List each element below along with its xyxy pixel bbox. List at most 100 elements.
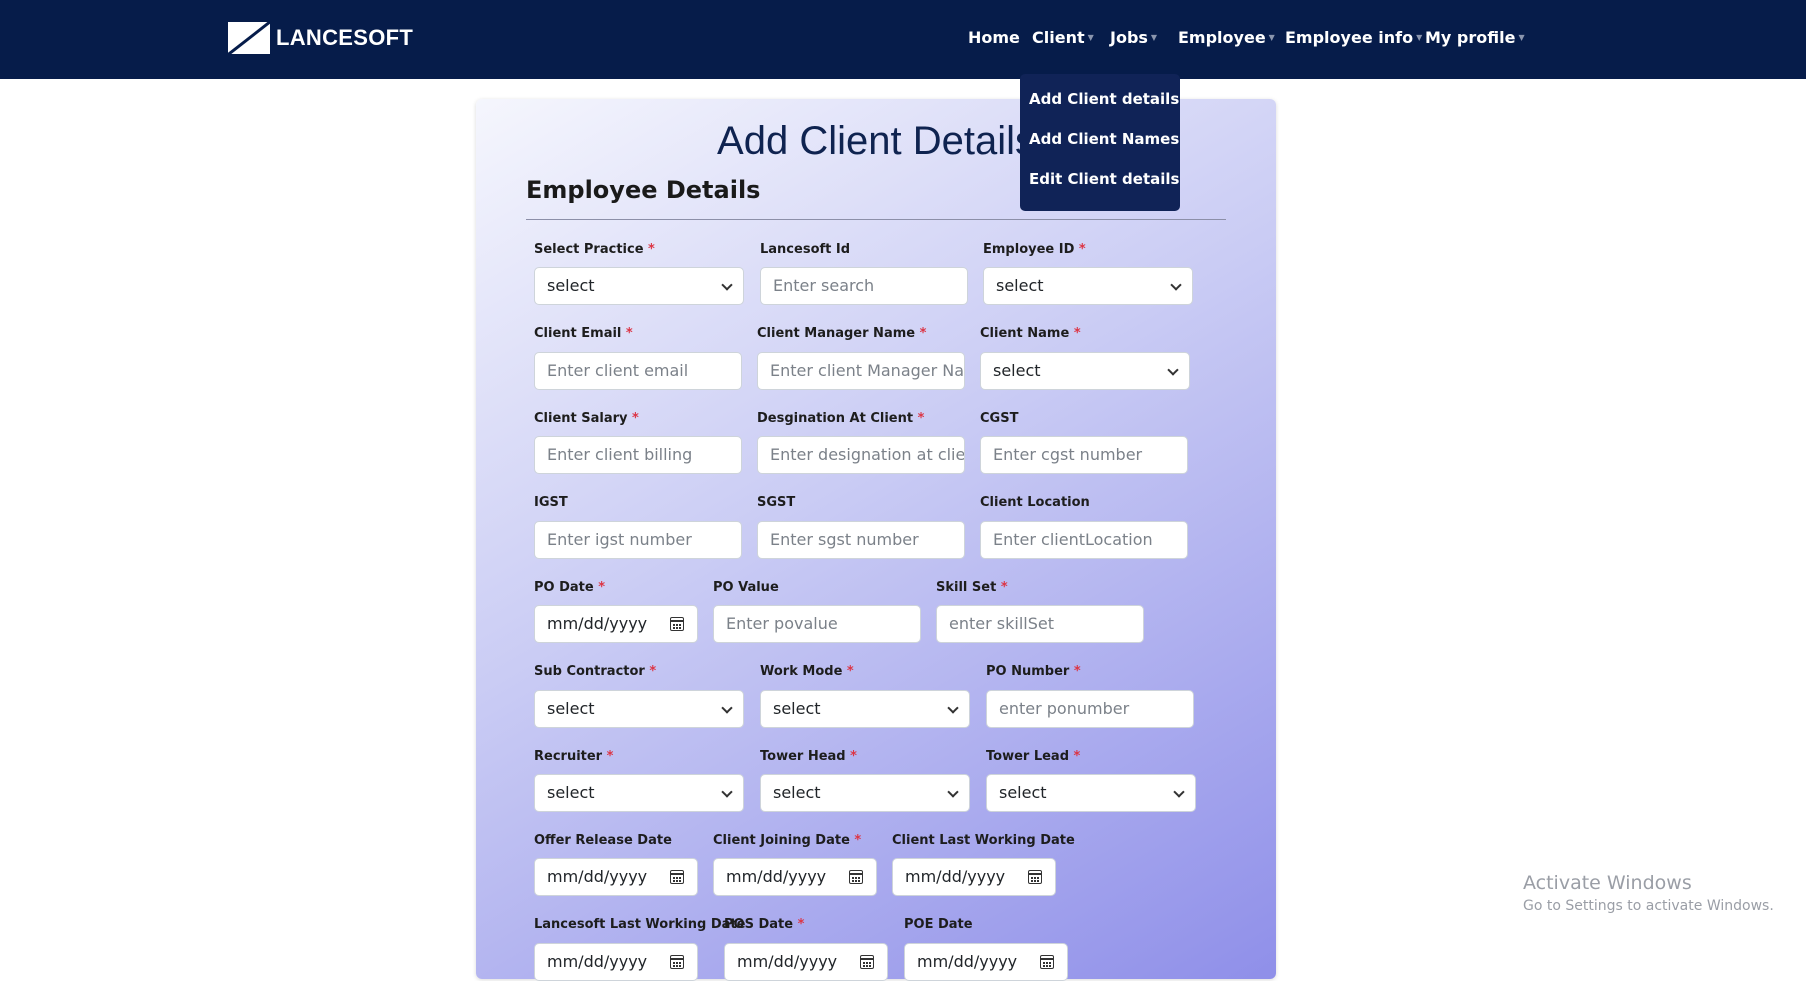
sub-contractor-dropdown[interactable]: select [534, 690, 744, 728]
activate-windows-watermark: Activate Windows Go to Settings to activ… [1523, 872, 1774, 914]
client-salary-label: Client Salary * [534, 411, 639, 426]
offer-release-date-input[interactable]: mm/dd/yyyy [534, 858, 698, 896]
chevron-down-icon [947, 702, 959, 714]
tower-lead-dropdown[interactable]: select [986, 774, 1196, 812]
skill-set-input[interactable]: enter skillSet [936, 605, 1144, 643]
brand[interactable]: LANCESOFT [228, 22, 413, 54]
section-divider [526, 219, 1226, 220]
poe-date-input[interactable]: mm/dd/yyyy [904, 943, 1068, 981]
required-mark: * [917, 411, 925, 426]
client-email-input[interactable]: Enter client email [534, 352, 742, 390]
chevron-down-icon: ▼ [1416, 33, 1423, 42]
label-text: PO Number [986, 664, 1070, 679]
client-name-dropdown[interactable]: select [980, 352, 1190, 390]
required-mark: * [797, 917, 805, 932]
nav-my-profile[interactable]: My profile ▼ [1425, 28, 1525, 47]
nav-employee-info[interactable]: Employee info ▼ [1285, 28, 1422, 47]
client-manager-name-input[interactable]: Enter client Manager Name [757, 352, 965, 390]
select-practice-dropdown[interactable]: select [534, 267, 744, 305]
select-value: select [773, 699, 821, 718]
label-text: Client Joining Date [713, 833, 850, 848]
chevron-down-icon [721, 702, 733, 714]
employee-id-dropdown[interactable]: select [983, 267, 1193, 305]
label-text: Client Email [534, 326, 622, 341]
required-mark: * [649, 664, 657, 679]
client-dropdown-menu: Add Client details Add Client Names Edit… [1020, 74, 1180, 211]
po-date-label: PO Date * [534, 580, 605, 595]
calendar-icon[interactable] [849, 870, 863, 884]
nav-client[interactable]: Client ▼ [1032, 28, 1094, 47]
label-text: Select Practice [534, 242, 644, 257]
chevron-down-icon [1167, 364, 1179, 376]
recruiter-dropdown[interactable]: select [534, 774, 744, 812]
nav-employee[interactable]: Employee ▼ [1178, 28, 1275, 47]
required-mark: * [632, 411, 639, 426]
nav-employee-info-label: Employee info [1285, 28, 1414, 47]
calendar-icon[interactable] [670, 955, 684, 969]
client-salary-input[interactable]: Enter client billing [534, 436, 742, 474]
chevron-down-icon [1173, 786, 1185, 798]
client-last-working-date-label: Client Last Working Date [892, 833, 1075, 848]
required-mark: * [1073, 326, 1081, 341]
client-last-working-date-input[interactable]: mm/dd/yyyy [892, 858, 1056, 896]
select-value: select [547, 276, 595, 295]
po-date-input[interactable]: mm/dd/yyyy [534, 605, 698, 643]
watermark-subtitle: Go to Settings to activate Windows. [1523, 898, 1774, 914]
date-value: mm/dd/yyyy [547, 867, 648, 886]
label-text: Tower Lead [986, 749, 1070, 764]
label-text: Client Name [980, 326, 1070, 341]
sgst-input[interactable]: Enter sgst number [757, 521, 965, 559]
client-location-label: Client Location [980, 495, 1090, 510]
nav-jobs[interactable]: Jobs ▼ [1110, 28, 1157, 47]
menu-item-add-client-names[interactable]: Add Client Names [1020, 130, 1180, 170]
client-location-input[interactable]: Enter clientLocation [980, 521, 1188, 559]
nav-employee-label: Employee [1178, 28, 1266, 47]
chevron-down-icon: ▼ [1150, 33, 1158, 42]
cgst-input[interactable]: Enter cgst number [980, 436, 1188, 474]
client-joining-date-input[interactable]: mm/dd/yyyy [713, 858, 877, 896]
date-value: mm/dd/yyyy [726, 867, 827, 886]
lancesoft-last-working-date-input[interactable]: mm/dd/yyyy [534, 943, 698, 981]
offer-release-date-label: Offer Release Date [534, 833, 672, 848]
client-joining-date-label: Client Joining Date * [713, 833, 861, 848]
calendar-icon[interactable] [670, 617, 684, 631]
tower-head-dropdown[interactable]: select [760, 774, 970, 812]
top-navbar: LANCESOFT Home Client ▼ Jobs ▼ Employee ▼ E… [0, 0, 1806, 79]
label-text: Client Salary [534, 411, 628, 426]
lancesoft-logo-icon [228, 22, 270, 54]
calendar-icon[interactable] [670, 870, 684, 884]
required-mark: * [1073, 664, 1081, 679]
designation-at-client-input[interactable]: Enter designation at client [757, 436, 965, 474]
label-text: PO Date [534, 580, 594, 595]
calendar-icon[interactable] [1040, 955, 1054, 969]
po-number-input[interactable]: enter ponumber [986, 690, 1194, 728]
calendar-icon[interactable] [1028, 870, 1042, 884]
brand-name: LANCESOFT [276, 25, 414, 50]
nav-home[interactable]: Home [968, 28, 1020, 47]
skill-set-label: Skill Set * [936, 580, 1008, 595]
date-value: mm/dd/yyyy [737, 952, 838, 971]
lancesoft-id-label: Lancesoft Id [760, 242, 851, 257]
po-number-label: PO Number * [986, 664, 1081, 679]
required-mark: * [919, 326, 927, 341]
pos-date-input[interactable]: mm/dd/yyyy [724, 943, 888, 981]
client-email-label: Client Email * [534, 326, 633, 341]
add-client-form-card: Add Client Details Employee Details Sele… [476, 99, 1276, 981]
lancesoft-id-input[interactable]: Enter search [760, 267, 968, 305]
po-value-input[interactable]: Enter povalue [713, 605, 921, 643]
label-text: Tower Head [760, 749, 846, 764]
client-name-label: Client Name * [980, 326, 1081, 341]
calendar-icon[interactable] [860, 955, 874, 969]
date-value: mm/dd/yyyy [917, 952, 1018, 971]
label-text: Work Mode [760, 664, 843, 679]
select-value: select [996, 276, 1044, 295]
work-mode-dropdown[interactable]: select [760, 690, 970, 728]
label-text: Recruiter [534, 749, 603, 764]
label-text: Skill Set [936, 580, 997, 595]
menu-item-add-client-details[interactable]: Add Client details [1020, 90, 1180, 130]
tower-lead-label: Tower Lead * [986, 749, 1080, 764]
menu-item-edit-client-details[interactable]: Edit Client details [1020, 170, 1180, 210]
select-value: select [773, 783, 821, 802]
recruiter-label: Recruiter * [534, 749, 613, 764]
igst-input[interactable]: Enter igst number [534, 521, 742, 559]
